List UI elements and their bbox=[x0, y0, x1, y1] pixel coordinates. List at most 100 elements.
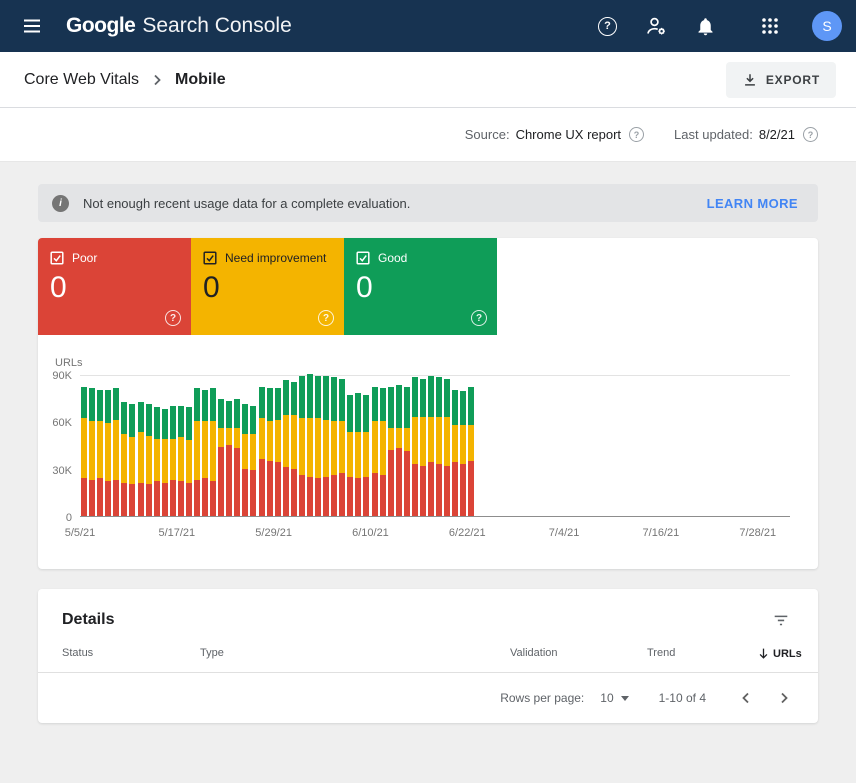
question-circle-icon[interactable]: ? bbox=[165, 310, 181, 326]
x-axis-tick-label: 5/5/21 bbox=[65, 527, 96, 539]
tile-label: Good bbox=[378, 251, 407, 265]
filter-icon bbox=[772, 611, 790, 629]
chart-bar-segment-poor bbox=[242, 469, 248, 516]
question-circle-icon[interactable]: ? bbox=[629, 127, 644, 142]
chart-bar-segment-poor bbox=[396, 448, 402, 516]
user-settings-icon bbox=[645, 15, 667, 37]
chart-bar-segment-need-improvement bbox=[194, 421, 200, 479]
chart-bar-segment-need-improvement bbox=[460, 425, 466, 464]
y-axis-tick-label: 90K bbox=[38, 369, 72, 383]
chart-bar-segment-good bbox=[170, 406, 176, 439]
tile-value: 0 bbox=[203, 273, 332, 303]
x-axis-tick-label: 6/22/21 bbox=[449, 527, 486, 539]
column-header-validation[interactable]: Validation bbox=[510, 647, 647, 660]
main-content: i Not enough recent usage data for a com… bbox=[0, 162, 856, 723]
notifications-button[interactable] bbox=[691, 12, 720, 41]
core-web-vitals-card: Poor 0 ? Need improvement 0 ? bbox=[38, 238, 818, 569]
chart-bar-segment-poor bbox=[307, 477, 313, 516]
chart-bar-segment-good bbox=[380, 388, 386, 421]
chart-bar-segment-need-improvement bbox=[113, 420, 119, 480]
status-tile-poor[interactable]: Poor 0 ? bbox=[38, 238, 191, 335]
app-title: Google Search Console bbox=[66, 14, 292, 38]
chart-bar-segment-good bbox=[210, 388, 216, 421]
rows-per-page-select[interactable]: 10 bbox=[600, 691, 628, 705]
chart-bar-segment-need-improvement bbox=[420, 417, 426, 466]
chart-bar-segment-good bbox=[412, 377, 418, 416]
chart-bar-segment-poor bbox=[146, 484, 152, 516]
chart-bar-segment-poor bbox=[154, 481, 160, 516]
question-circle-icon[interactable]: ? bbox=[803, 127, 818, 142]
chart-bar-segment-poor bbox=[299, 475, 305, 516]
chart-bar-segment-need-improvement bbox=[81, 418, 87, 478]
chart-bar-segment-good bbox=[121, 402, 127, 434]
question-circle-icon[interactable]: ? bbox=[471, 310, 487, 326]
avatar[interactable]: S bbox=[812, 11, 842, 41]
chart-bar-segment-good bbox=[315, 376, 321, 419]
breadcrumb-parent[interactable]: Core Web Vitals bbox=[24, 71, 139, 89]
question-circle-icon[interactable]: ? bbox=[318, 310, 334, 326]
chart-bar-segment-good bbox=[347, 395, 353, 433]
chart-bar-segment-good bbox=[138, 402, 144, 432]
chart-bar-segment-need-improvement bbox=[170, 439, 176, 480]
chart-bar-segment-good bbox=[323, 376, 329, 420]
chart-bar-segment-need-improvement bbox=[372, 421, 378, 473]
chart-bar-segment-good bbox=[388, 387, 394, 428]
apps-grid-button[interactable] bbox=[756, 12, 784, 40]
chart-bar-segment-good bbox=[355, 393, 361, 432]
product-name: Search Console bbox=[142, 14, 291, 38]
chart-bar-segment-poor bbox=[178, 481, 184, 516]
chart-bar-segment-need-improvement bbox=[283, 415, 289, 467]
details-table-header: Status Type Validation Trend URLs bbox=[38, 647, 818, 673]
chart-bar-segment-need-improvement bbox=[154, 439, 160, 482]
chart-bar-segment-need-improvement bbox=[129, 437, 135, 484]
previous-page-button[interactable] bbox=[734, 686, 758, 710]
status-tile-good[interactable]: Good 0 ? bbox=[344, 238, 497, 335]
source-info: Source: Chrome UX report ? bbox=[465, 127, 644, 142]
chevron-left-icon bbox=[738, 690, 754, 706]
chart-bar-segment-need-improvement bbox=[307, 418, 313, 476]
chart-bar-segment-good bbox=[436, 377, 442, 416]
column-header-urls[interactable]: URLs bbox=[757, 647, 802, 660]
chart-bar-segment-need-improvement bbox=[210, 421, 216, 481]
chart-bar-segment-need-improvement bbox=[444, 417, 450, 466]
learn-more-link[interactable]: LEARN MORE bbox=[707, 196, 798, 211]
breadcrumb-current: Mobile bbox=[175, 71, 226, 89]
column-header-type[interactable]: Type bbox=[200, 647, 510, 660]
x-axis-tick-label: 5/29/21 bbox=[255, 527, 292, 539]
column-header-trend[interactable]: Trend bbox=[647, 647, 757, 660]
chart-bar-segment-need-improvement bbox=[315, 418, 321, 478]
status-tile-need-improvement[interactable]: Need improvement 0 ? bbox=[191, 238, 344, 335]
menu-button[interactable] bbox=[18, 12, 46, 40]
chart-bar-segment-need-improvement bbox=[89, 421, 95, 479]
export-button[interactable]: EXPORT bbox=[726, 62, 836, 98]
last-updated-value: 8/2/21 bbox=[759, 127, 795, 142]
chart-bar-segment-need-improvement bbox=[355, 432, 361, 478]
chart-bar-segment-poor bbox=[347, 477, 353, 516]
chart-bar-segment-good bbox=[178, 406, 184, 438]
user-settings-button[interactable] bbox=[641, 11, 671, 41]
chart-bar-segment-good bbox=[372, 387, 378, 422]
chart-bar-segment-good bbox=[307, 374, 313, 418]
chart-bar-segment-poor bbox=[444, 466, 450, 517]
chart-bar-segment-good bbox=[113, 388, 119, 420]
chart-bar-segment-poor bbox=[202, 478, 208, 516]
chart-bar-segment-poor bbox=[267, 461, 273, 516]
chart-bar-segment-poor bbox=[162, 483, 168, 516]
chart-bar-segment-need-improvement bbox=[275, 420, 281, 463]
filter-button[interactable] bbox=[768, 607, 794, 633]
chart-bar-segment-good bbox=[283, 380, 289, 415]
chart-bar-segment-poor bbox=[420, 466, 426, 517]
chart-bar-segment-need-improvement bbox=[97, 421, 103, 478]
help-button[interactable]: ? bbox=[594, 13, 621, 40]
chart-bar-segment-poor bbox=[170, 480, 176, 516]
chart-bar-segment-need-improvement bbox=[428, 417, 434, 463]
next-page-button[interactable] bbox=[772, 686, 796, 710]
chart-bar-segment-need-improvement bbox=[291, 415, 297, 469]
chart-bar-segment-need-improvement bbox=[380, 421, 386, 475]
column-header-status[interactable]: Status bbox=[62, 647, 200, 660]
chart-bar-segment-need-improvement bbox=[396, 428, 402, 449]
chart-bar-segment-good bbox=[404, 387, 410, 428]
chart-bar-segment-need-improvement bbox=[226, 428, 232, 445]
tile-label: Poor bbox=[72, 251, 97, 265]
details-card: Details Status Type Validation Trend URL… bbox=[38, 589, 818, 723]
